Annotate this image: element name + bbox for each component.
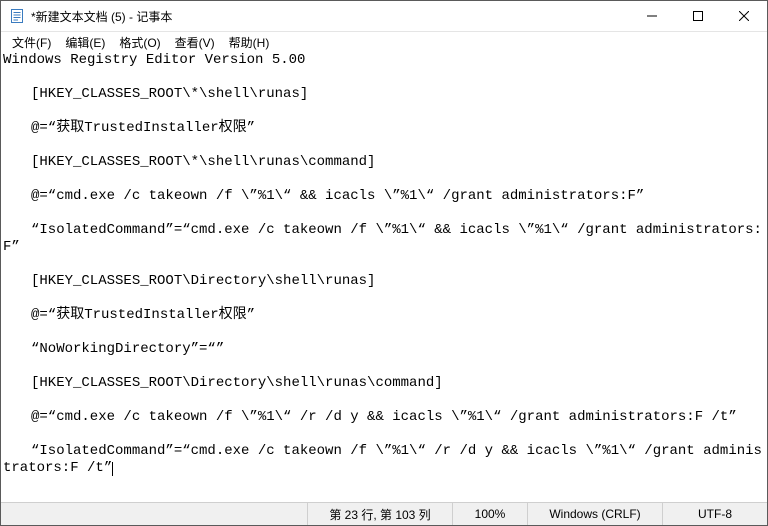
text-editor[interactable]: Windows Registry Editor Version 5.00 [HK… (1, 52, 767, 502)
menu-file[interactable]: 文件(F) (5, 33, 58, 52)
status-encoding: UTF-8 (662, 503, 767, 525)
menu-format[interactable]: 格式(O) (112, 33, 167, 52)
text-caret (112, 462, 113, 476)
window-controls (629, 1, 767, 31)
close-button[interactable] (721, 1, 767, 31)
window-title: *新建文本文档 (5) - 记事本 (31, 8, 629, 25)
notepad-icon (9, 8, 25, 24)
menu-view[interactable]: 查看(V) (168, 33, 222, 52)
statusbar-spacer (1, 503, 307, 525)
menubar: 文件(F) 编辑(E) 格式(O) 查看(V) 帮助(H) (1, 32, 767, 52)
statusbar: 第 23 行, 第 103 列 100% Windows (CRLF) UTF-… (1, 502, 767, 525)
status-line-ending: Windows (CRLF) (527, 503, 662, 525)
minimize-button[interactable] (629, 1, 675, 31)
titlebar[interactable]: *新建文本文档 (5) - 记事本 (1, 1, 767, 32)
editor-content[interactable]: Windows Registry Editor Version 5.00 [HK… (1, 52, 767, 477)
notepad-window: *新建文本文档 (5) - 记事本 文件(F) 编辑(E) 格式(O) 查看(V… (0, 0, 768, 526)
menu-help[interactable]: 帮助(H) (222, 33, 277, 52)
maximize-button[interactable] (675, 1, 721, 31)
menu-edit[interactable]: 编辑(E) (58, 33, 112, 52)
status-cursor-position: 第 23 行, 第 103 列 (307, 503, 452, 525)
status-zoom: 100% (452, 503, 527, 525)
